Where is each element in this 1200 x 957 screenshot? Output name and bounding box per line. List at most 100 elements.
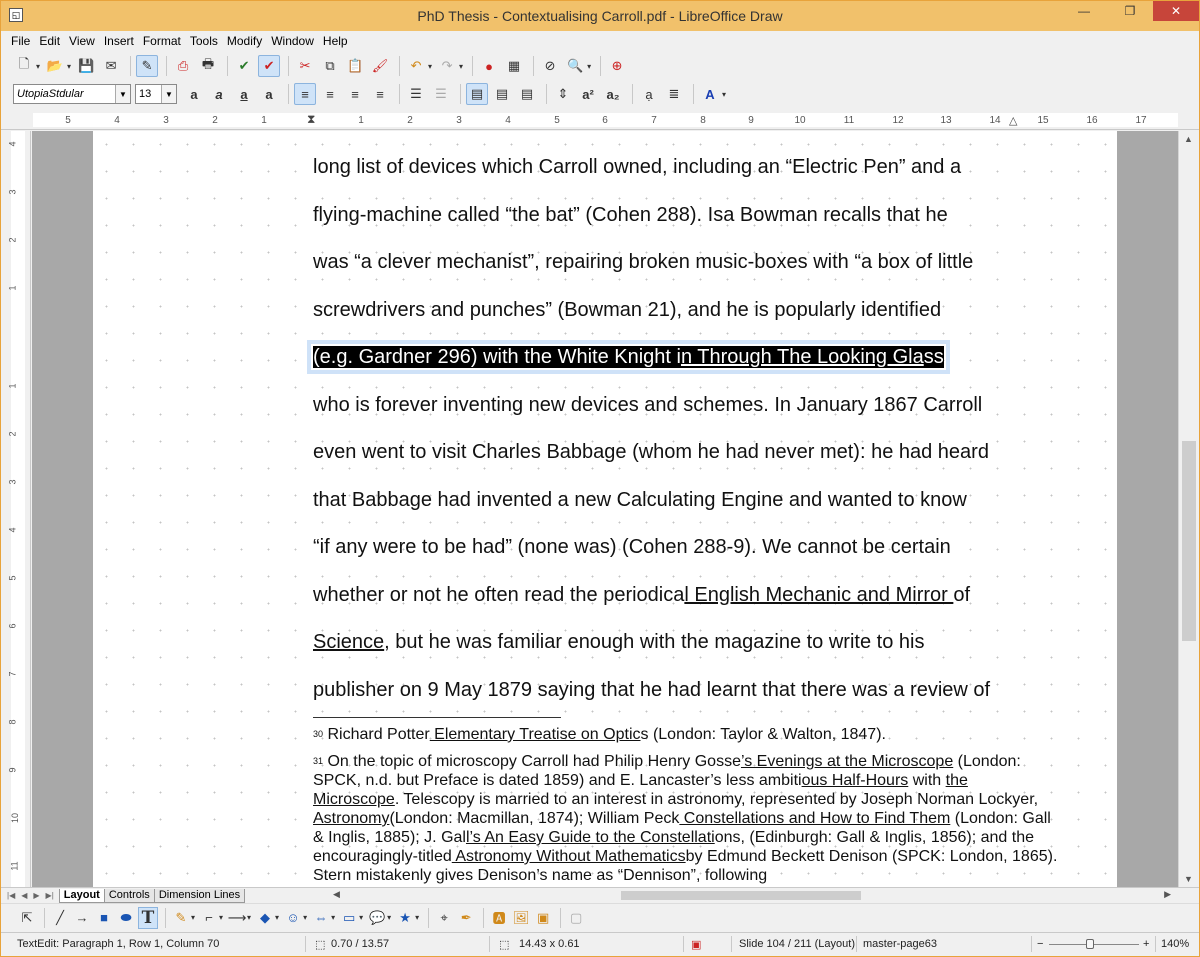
align-right-icon[interactable]: ≡ [344,83,366,105]
rectangle-icon[interactable]: ■ [94,907,114,929]
indent-marker-icon[interactable]: ⧗ [307,112,315,127]
tab-controls[interactable]: Controls [103,888,155,903]
chart-icon[interactable]: ● [478,55,500,77]
bold-icon[interactable]: a [183,83,205,105]
paste-icon[interactable]: 📋 [344,55,366,77]
glue-points-icon[interactable]: ✒ [456,907,476,929]
cut-icon[interactable]: ✂ [294,55,316,77]
scroll-down-icon[interactable]: ▼ [1184,874,1193,884]
body-text-box[interactable]: long list of devices which Carroll owned… [307,144,1073,714]
help-icon[interactable]: ⊕ [606,55,628,77]
basic-shapes-icon[interactable]: ◆ [255,907,275,929]
zoom-icon[interactable]: 🔍 [564,55,586,77]
zoom-level[interactable]: 140% [1161,938,1189,950]
edit-mode-icon[interactable]: ✎ [136,55,159,77]
horizontal-ruler[interactable]: 5 4 3 2 1 1 2 3 4 5 6 7 8 9 10 11 12 13 … [1,110,1199,130]
footnotes[interactable]: 30 Richard Potter Elementary Treatise on… [313,725,1058,887]
zoom-slider-handle[interactable] [1086,939,1094,949]
menu-format[interactable]: Format [143,34,181,48]
chevron-down-icon[interactable]: ▼ [161,85,176,103]
extrusion-icon[interactable]: ▢ [566,907,586,929]
vertical-ruler[interactable]: 4 3 2 1 1 2 3 4 5 6 7 8 9 10 11 [1,131,31,888]
selected-text-line[interactable]: (e.g. Gardner 296) with the White Knight… [307,334,1073,382]
save-icon[interactable]: 💾 [75,55,97,77]
superscript-icon[interactable]: a² [577,83,599,105]
block-arrows-dropdown-icon[interactable]: ▾ [331,913,335,922]
email-icon[interactable]: ✉ [100,55,122,77]
zoom-slider[interactable] [1049,944,1139,945]
hscrollbar-thumb[interactable] [621,891,861,900]
undo-icon[interactable]: ↶ [405,55,427,77]
zoom-dropdown-icon[interactable]: ▾ [587,62,591,71]
connector-dropdown-icon[interactable]: ▾ [219,913,223,922]
document-modified-icon[interactable]: ▣ [691,938,701,951]
close-button[interactable]: ✕ [1153,1,1199,21]
text-selection[interactable]: (e.g. Gardner 296) with the White Knight… [307,340,950,374]
zoom-in-button[interactable]: + [1143,938,1149,950]
spellcheck-icon[interactable]: ✔ [233,55,255,77]
tab-next-icon[interactable]: ▶ [33,891,39,900]
numbering-icon[interactable]: ☰ [430,83,452,105]
zoom-out-button[interactable]: − [1037,938,1043,950]
justify-icon[interactable]: ≡ [369,83,391,105]
export-pdf-icon[interactable]: ⎙ [172,55,194,77]
minimize-button[interactable]: — [1061,1,1107,21]
italic-icon[interactable]: a [208,83,230,105]
line-spacing-1-icon[interactable]: ▤ [466,83,488,105]
scroll-up-icon[interactable]: ▲ [1184,134,1193,144]
maximize-button[interactable]: ❐ [1107,1,1153,21]
connector-icon[interactable]: ⌐ [199,907,219,929]
font-name-combo[interactable]: UtopiaStdular ▼ [13,84,131,104]
horizontal-scrollbar[interactable]: ◀ ▶ [321,888,1199,903]
stars-dropdown-icon[interactable]: ▾ [415,913,419,922]
open-dropdown-icon[interactable]: ▾ [67,62,71,71]
symbol-shapes-dropdown-icon[interactable]: ▾ [303,913,307,922]
align-center-icon[interactable]: ≡ [319,83,341,105]
table-icon[interactable]: ▦ [503,55,525,77]
font-size-combo[interactable]: 13 ▼ [135,84,177,104]
menu-window[interactable]: Window [271,34,314,48]
menu-tools[interactable]: Tools [190,34,218,48]
scroll-left-icon[interactable]: ◀ [333,889,340,900]
line-arrow-icon[interactable]: → [72,907,92,929]
increase-spacing-icon[interactable]: ⇕ [552,83,574,105]
fontwork-icon[interactable]: 🅰 [489,907,509,929]
scrollbar-thumb[interactable] [1182,441,1196,641]
callouts-icon[interactable]: 💬 [367,907,387,929]
freeform-dropdown-icon[interactable]: ▾ [191,913,195,922]
print-icon[interactable]: 🖶 [197,55,219,77]
redo-dropdown-icon[interactable]: ▾ [459,62,463,71]
paragraph-icon[interactable]: ≣ [663,83,685,105]
tab-last-icon[interactable]: ▶| [46,891,54,900]
menu-insert[interactable]: Insert [104,34,134,48]
no-entry-icon[interactable]: ⊘ [539,55,561,77]
tab-prev-icon[interactable]: ◀ [21,891,27,900]
select-arrow-icon[interactable]: ⇱ [17,907,37,929]
lines-arrows-dropdown-icon[interactable]: ▾ [247,913,251,922]
align-left-icon[interactable]: ≡ [294,83,316,105]
character-icon[interactable]: ạ [638,83,660,105]
line-spacing-15-icon[interactable]: ▤ [491,83,513,105]
block-arrows-icon[interactable]: ⇔ [311,907,331,929]
font-color-icon[interactable]: A [699,83,721,105]
new-dropdown-icon[interactable]: ▾ [36,62,40,71]
points-icon[interactable]: ⌖ [434,907,454,929]
autospellcheck-icon[interactable]: ✔ [258,55,281,77]
clone-formatting-icon[interactable]: 🖌 [369,55,391,77]
subscript-icon[interactable]: a₂ [602,83,624,105]
menu-modify[interactable]: Modify [227,34,262,48]
text-tool-icon[interactable]: T [138,906,158,929]
shadow-icon[interactable]: a [258,83,280,105]
basic-shapes-dropdown-icon[interactable]: ▾ [275,913,279,922]
freeform-icon[interactable]: ✎ [171,907,191,929]
line-spacing-2-icon[interactable]: ▤ [516,83,538,105]
right-indent-marker-icon[interactable]: △ [1009,114,1017,127]
redo-icon[interactable]: ↷ [436,55,458,77]
flowchart-dropdown-icon[interactable]: ▾ [359,913,363,922]
gallery-icon[interactable]: ▣ [533,907,553,929]
chevron-down-icon[interactable]: ▼ [115,85,130,103]
menu-file[interactable]: File [11,34,30,48]
line-icon[interactable]: ╱ [50,907,70,929]
callouts-dropdown-icon[interactable]: ▾ [387,913,391,922]
underline-icon[interactable]: a [233,83,255,105]
